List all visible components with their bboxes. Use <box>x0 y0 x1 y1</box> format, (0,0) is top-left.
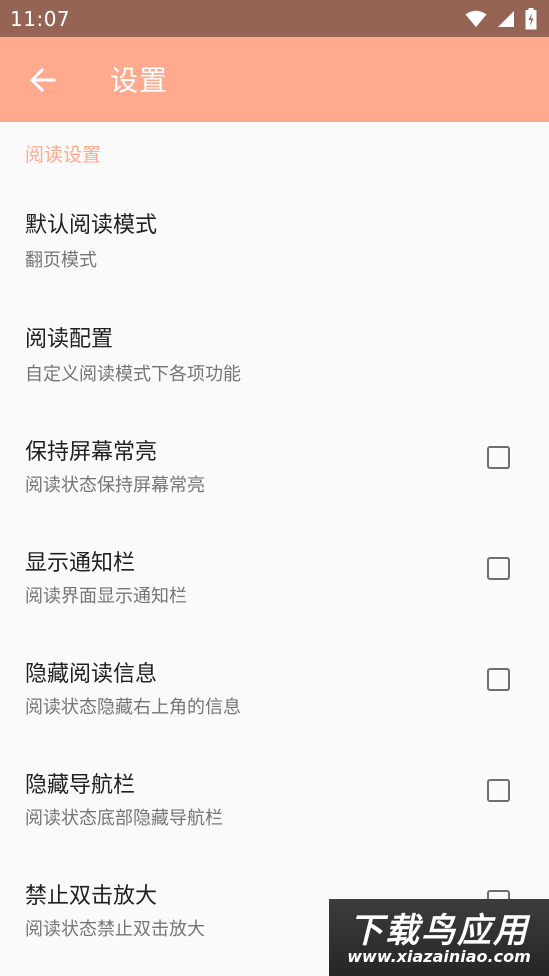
pref-hide-navigation-bar[interactable]: 隐藏导航栏 阅读状态底部隐藏导航栏 <box>0 743 549 843</box>
pref-default-read-mode[interactable]: 默认阅读模式 翻页模式 <box>0 180 549 280</box>
pref-read-config[interactable]: 阅读配置 自定义阅读模式下各项功能 <box>0 294 549 394</box>
watermark-url: www.xiazainiao.com <box>347 947 531 966</box>
pref-hide-read-info[interactable]: 隐藏阅读信息 阅读状态隐藏右上角的信息 <box>0 632 549 732</box>
status-icons <box>465 8 537 30</box>
pref-title: 禁止双击放大 <box>25 884 158 909</box>
signal-icon <box>498 11 514 27</box>
pref-title: 隐藏阅读信息 <box>25 662 158 687</box>
pref-summary: 翻页模式 <box>25 250 97 271</box>
show-notification-bar-checkbox[interactable] <box>487 557 510 580</box>
hide-read-info-checkbox[interactable] <box>487 668 510 691</box>
pref-title: 默认阅读模式 <box>25 213 158 238</box>
pref-summary: 阅读状态禁止双击放大 <box>25 919 205 940</box>
back-button[interactable] <box>26 63 60 97</box>
pref-show-notification-bar[interactable]: 显示通知栏 阅读界面显示通知栏 <box>0 521 549 621</box>
pref-keep-screen-on[interactable]: 保持屏幕常亮 阅读状态保持屏幕常亮 <box>0 410 549 510</box>
wifi-icon <box>465 10 487 27</box>
status-time: 11:07 <box>10 7 71 31</box>
pref-summary: 阅读状态底部隐藏导航栏 <box>25 808 223 829</box>
page-title: 设置 <box>110 64 169 97</box>
pref-summary: 自定义阅读模式下各项功能 <box>25 364 241 385</box>
keep-screen-on-checkbox[interactable] <box>487 446 510 469</box>
status-bar: 11:07 <box>0 0 549 37</box>
watermark-logo: 下载鸟应用 www.xiazainiao.com <box>329 899 549 976</box>
hide-navigation-bar-checkbox[interactable] <box>487 779 510 802</box>
pref-title: 阅读配置 <box>25 327 114 352</box>
watermark-text: 下载鸟应用 <box>349 911 529 951</box>
pref-summary: 阅读状态保持屏幕常亮 <box>25 475 205 496</box>
arrow-back-icon <box>29 67 56 93</box>
pref-summary: 阅读状态隐藏右上角的信息 <box>25 697 241 718</box>
app-toolbar: 设置 <box>0 37 549 122</box>
battery-icon <box>525 8 537 30</box>
pref-title: 隐藏导航栏 <box>25 773 136 798</box>
pref-summary: 阅读界面显示通知栏 <box>25 586 187 607</box>
pref-title: 显示通知栏 <box>25 551 136 576</box>
section-header: 阅读设置 <box>25 144 102 166</box>
pref-title: 保持屏幕常亮 <box>25 440 158 465</box>
